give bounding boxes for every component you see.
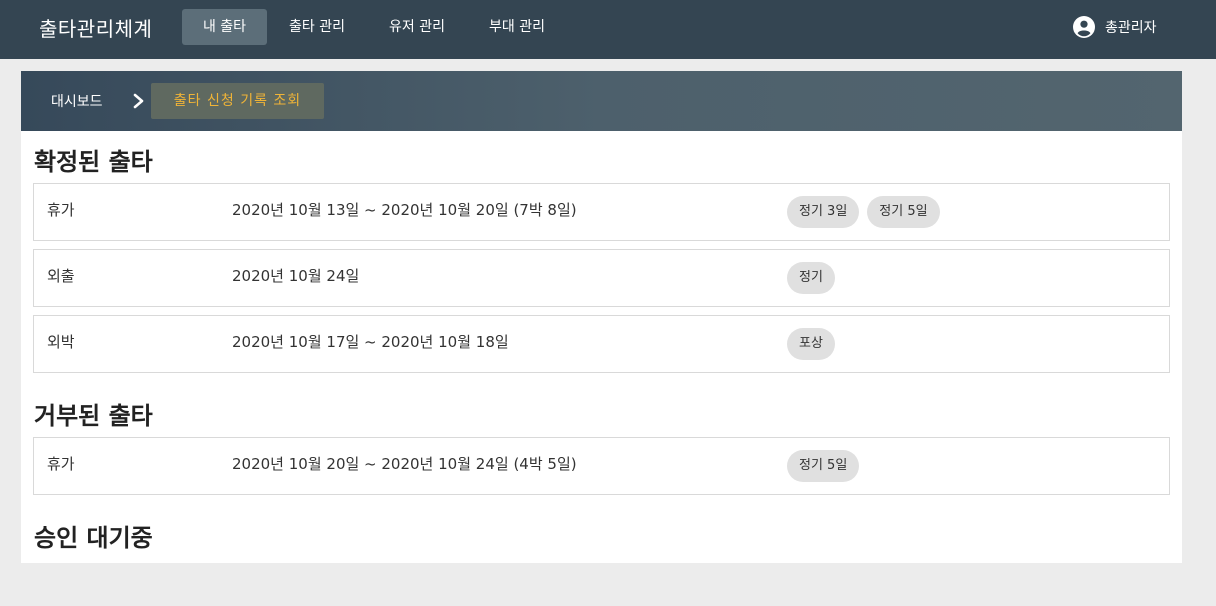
leave-dates: 2020년 10월 17일 ~ 2020년 10월 18일 [232, 333, 509, 351]
top-navbar: 출타관리체계 내 출타 출타 관리 유저 관리 부대 관리 총관리자 [0, 0, 1216, 59]
leave-chip: 정기 3일 [787, 196, 860, 228]
app-brand[interactable]: 출타관리체계 [39, 13, 152, 42]
nav-my-leave[interactable]: 내 출타 [182, 9, 267, 45]
confirmed-section-title: 확정된 출타 [34, 148, 153, 176]
chevron-right-icon [132, 93, 146, 109]
table-row[interactable]: 휴가 2020년 10월 13일 ~ 2020년 10월 20일 (7박 8일)… [33, 183, 1170, 241]
user-name: 총관리자 [1105, 20, 1157, 36]
table-row[interactable]: 외박 2020년 10월 17일 ~ 2020년 10월 18일 포상 [33, 315, 1170, 373]
nav-user-management[interactable]: 유저 관리 [374, 9, 460, 45]
leave-type: 외박 [47, 333, 75, 351]
rejected-section-title: 거부된 출타 [34, 402, 153, 430]
leave-chips: 포상 [787, 328, 835, 360]
leave-chip: 포상 [787, 328, 835, 360]
leave-chip: 정기 [787, 262, 835, 294]
account-circle-icon [1073, 16, 1095, 38]
leave-chips: 정기 [787, 262, 835, 294]
leave-chips: 정기 3일 정기 5일 [787, 196, 940, 228]
leave-dates: 2020년 10월 24일 [232, 267, 360, 285]
nav-unit-management[interactable]: 부대 관리 [474, 9, 560, 45]
leave-dates: 2020년 10월 13일 ~ 2020년 10월 20일 (7박 8일) [232, 201, 577, 219]
leave-type: 외출 [47, 267, 75, 285]
leave-type: 휴가 [47, 201, 75, 219]
breadcrumb-dashboard[interactable]: 대시보드 [51, 91, 103, 111]
leave-type: 휴가 [47, 455, 75, 473]
table-row[interactable]: 휴가 2020년 10월 20일 ~ 2020년 10월 24일 (4박 5일)… [33, 437, 1170, 495]
main-card: 대시보드 출타 신청 기록 조회 확정된 출타 휴가 2020년 10월 13일… [21, 71, 1182, 563]
table-row[interactable]: 외출 2020년 10월 24일 정기 [33, 249, 1170, 307]
leave-chip: 정기 5일 [787, 450, 860, 482]
pending-section-title: 승인 대기중 [34, 524, 153, 552]
leave-chip: 정기 5일 [867, 196, 940, 228]
nav-leave-management[interactable]: 출타 관리 [274, 9, 360, 45]
breadcrumb-current[interactable]: 출타 신청 기록 조회 [151, 83, 324, 119]
leave-dates: 2020년 10월 20일 ~ 2020년 10월 24일 (4박 5일) [232, 455, 577, 473]
user-menu[interactable]: 총관리자 [1073, 16, 1157, 38]
leave-chips: 정기 5일 [787, 450, 860, 482]
breadcrumb: 대시보드 출타 신청 기록 조회 [21, 71, 1182, 131]
